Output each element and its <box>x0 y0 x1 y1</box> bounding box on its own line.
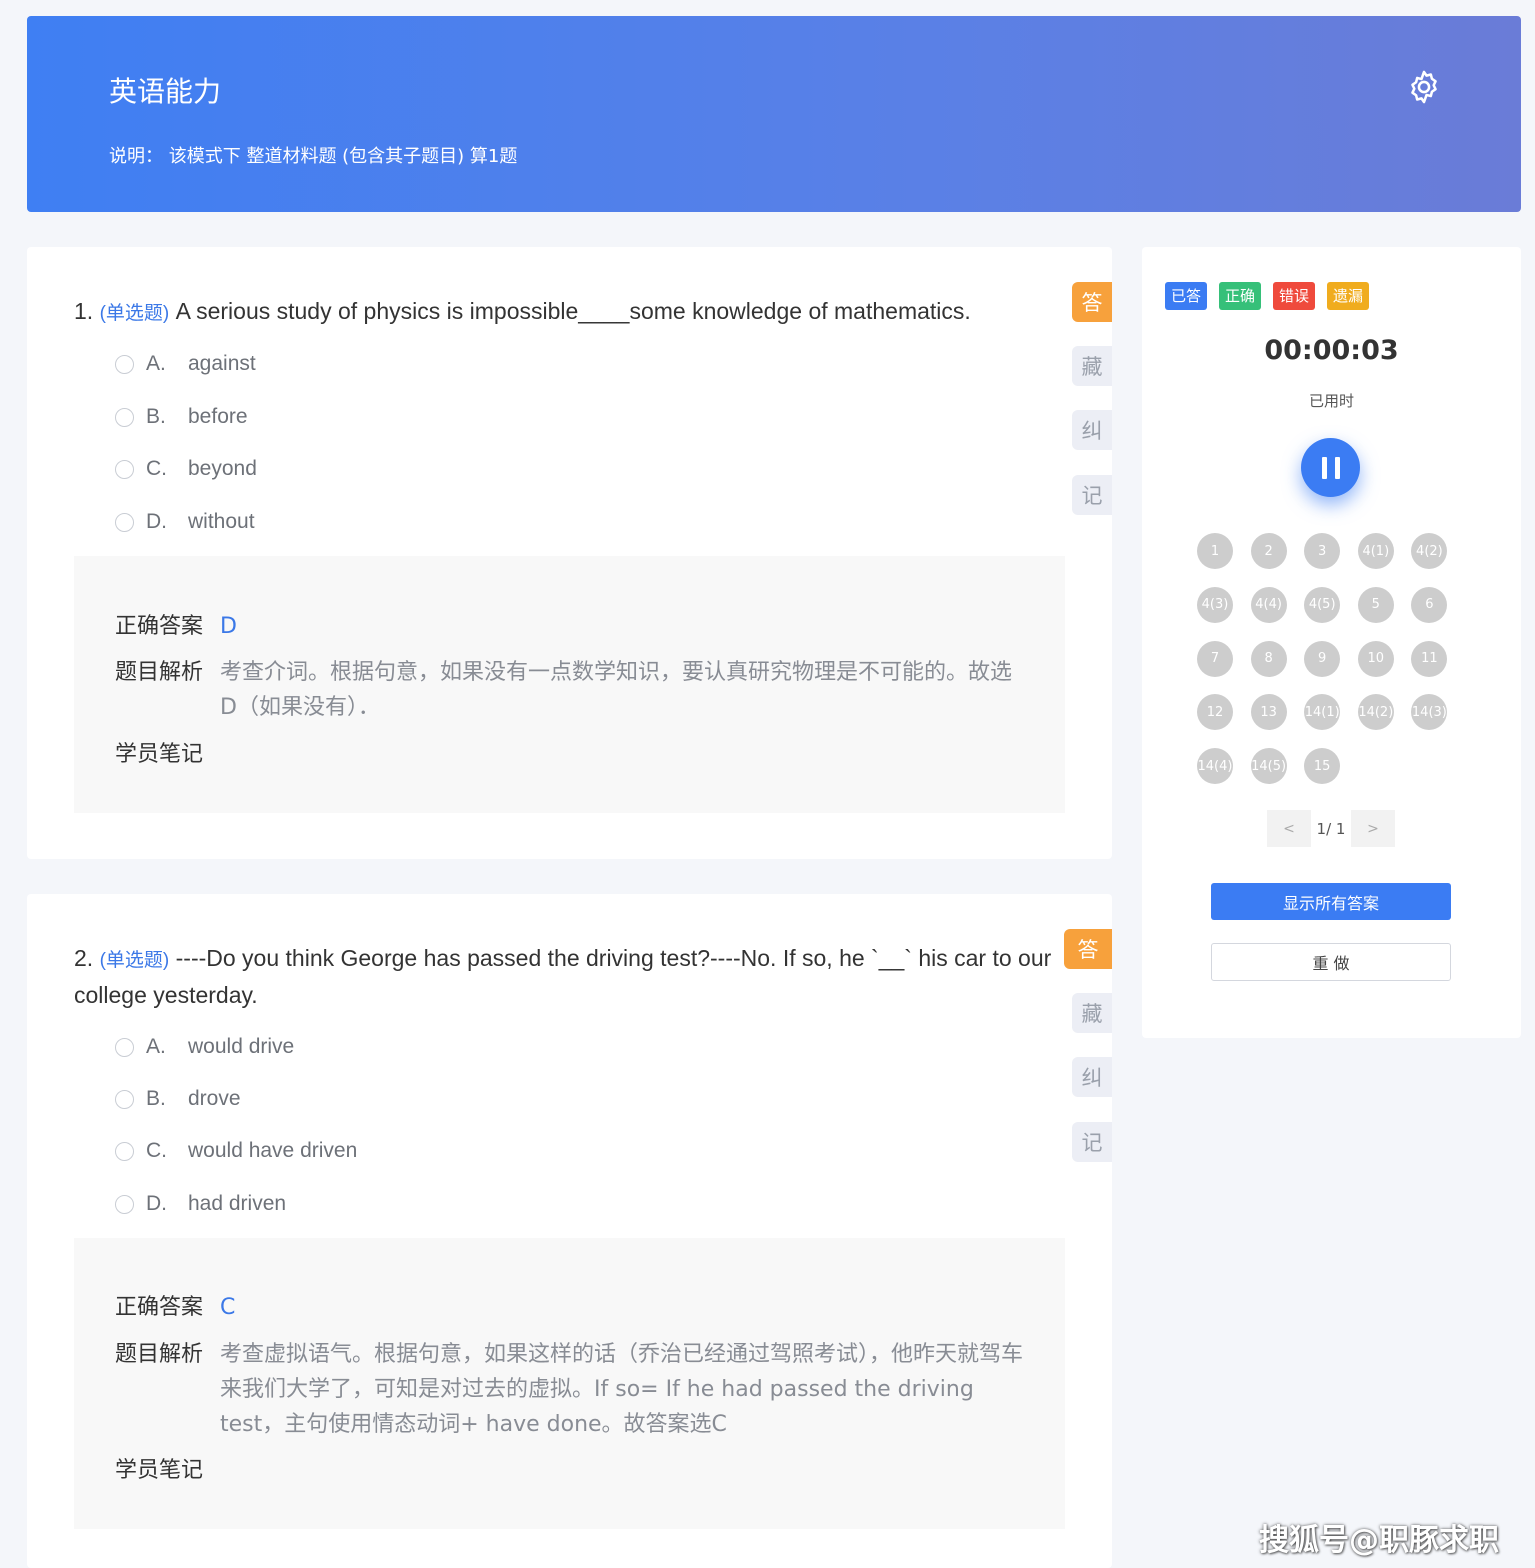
note-button[interactable]: 记 <box>1072 1122 1112 1162</box>
answer-toggle-button[interactable]: 答 <box>1072 282 1112 322</box>
question-number-button[interactable]: 9 <box>1304 640 1341 677</box>
question-number-button[interactable]: 4(1) <box>1357 533 1394 569</box>
question-number-button[interactable]: 14(2) <box>1357 694 1394 731</box>
radio-button[interactable] <box>115 512 134 532</box>
question-number-button[interactable]: 13 <box>1250 694 1287 731</box>
answer-label: 正确答案 <box>115 1295 204 1320</box>
radio-button[interactable] <box>115 354 134 374</box>
answer-toggle-button[interactable]: 答 <box>1064 929 1112 969</box>
question-number-button[interactable]: 6 <box>1411 586 1448 623</box>
question-number-button[interactable]: 3 <box>1304 533 1341 569</box>
note-button[interactable]: 记 <box>1072 475 1112 515</box>
question-stem: A serious study of physics is impossible… <box>175 298 971 324</box>
question-number-button[interactable]: 4(5) <box>1304 586 1341 623</box>
option-d[interactable]: D. without <box>115 507 255 537</box>
question-number-button[interactable]: 14(5) <box>1250 748 1287 785</box>
legend-wrong: 错误 <box>1273 282 1316 310</box>
elapsed-timer: 00:00:03 <box>1264 335 1399 366</box>
question-number-button[interactable]: 11 <box>1411 640 1448 677</box>
pagination: < 1/ 1 > <box>1267 810 1395 847</box>
analysis-text: 考查介词。根据句意，如果没有一点数学知识，要认真研究物理是不可能的。故选D（如果… <box>220 660 1013 720</box>
analysis-label: 题目解析 <box>115 1342 204 1367</box>
question-number-button[interactable]: 7 <box>1197 640 1233 677</box>
question-number-button[interactable]: 14(3) <box>1411 694 1448 731</box>
report-error-button[interactable]: 纠 <box>1072 410 1112 450</box>
mode-description: 说明： 该模式下 整道材料题 (包含其子题目) 算1题 <box>109 146 518 167</box>
legend-correct: 正确 <box>1219 282 1262 310</box>
option-d[interactable]: D. had driven <box>115 1189 286 1219</box>
pause-icon <box>1321 456 1327 479</box>
show-all-answers-button[interactable]: 显示所有答案 <box>1211 883 1451 920</box>
question-number-button[interactable]: 14(4) <box>1197 748 1233 785</box>
analysis-text: 考查虚拟语气。根据句意，如果这样的话（乔治已经通过驾照考试），他昨天就驾车来我们… <box>220 1342 1024 1437</box>
option-a[interactable]: A. would drive <box>115 1032 294 1062</box>
answer-panel: 正确答案 D 题目解析 考查介词。根据句意，如果没有一点数学知识，要认真研究物理… <box>74 556 1065 813</box>
favorite-button[interactable]: 藏 <box>1072 346 1112 386</box>
radio-button[interactable] <box>115 459 134 479</box>
radio-button[interactable] <box>115 1089 134 1109</box>
question-number-button[interactable]: 10 <box>1357 640 1394 677</box>
question-type: (单选题) <box>99 303 170 324</box>
favorite-button[interactable]: 藏 <box>1072 993 1112 1033</box>
status-legend: 已答 正确 错误 遗漏 <box>1165 282 1370 310</box>
correct-answer: C <box>220 1295 236 1320</box>
answer-panel: 正确答案 C 题目解析 考查虚拟语气。根据句意，如果这样的话（乔治已经通过驾照考… <box>74 1238 1065 1529</box>
page-header: 英语能力 说明： 该模式下 整道材料题 (包含其子题目) 算1题 <box>27 16 1521 212</box>
page-indicator: 1/ 1 <box>1316 819 1346 838</box>
question-number-button[interactable]: 4(3) <box>1197 586 1233 623</box>
timer-label: 已用时 <box>1308 392 1354 410</box>
option-b[interactable]: B. drove <box>115 1084 241 1114</box>
radio-button[interactable] <box>115 1141 134 1161</box>
question-number-button[interactable]: 2 <box>1250 533 1287 569</box>
radio-button[interactable] <box>115 1194 134 1214</box>
notes-label: 学员笔记 <box>115 742 204 767</box>
watermark: 搜狐号@职豚求职 <box>1259 1523 1499 1558</box>
page-title: 英语能力 <box>109 75 222 108</box>
correct-answer: D <box>220 614 237 639</box>
question-number-button[interactable]: 12 <box>1197 694 1233 731</box>
option-a[interactable]: A. against <box>115 349 256 379</box>
question-number-button[interactable]: 14(1) <box>1304 694 1341 731</box>
question-card-2: 2. (单选题) ----Do you think George has pas… <box>27 894 1112 1568</box>
legend-answered: 已答 <box>1165 282 1208 310</box>
question-number: 2. <box>74 945 94 971</box>
pause-button[interactable] <box>1301 438 1360 497</box>
question-title: 2. (单选题) ----Do you think George has pas… <box>74 941 1062 1013</box>
radio-button[interactable] <box>115 1037 134 1057</box>
radio-button[interactable] <box>115 407 134 427</box>
prev-page-button[interactable]: < <box>1267 810 1311 847</box>
notes-label: 学员笔记 <box>115 1458 204 1483</box>
option-c[interactable]: C. beyond <box>115 454 257 484</box>
next-page-button[interactable]: > <box>1351 810 1395 847</box>
question-card-1: 1. (单选题) A serious study of physics is i… <box>27 247 1112 859</box>
question-stem: ----Do you think George has passed the d… <box>74 945 1052 1008</box>
question-title: 1. (单选题) A serious study of physics is i… <box>74 294 1062 331</box>
option-b[interactable]: B. before <box>115 402 248 432</box>
question-number: 1. <box>74 298 94 324</box>
question-number-button[interactable]: 1 <box>1197 533 1233 569</box>
question-number-button[interactable]: 15 <box>1304 748 1341 785</box>
legend-missed: 遗漏 <box>1327 282 1370 310</box>
answer-label: 正确答案 <box>115 614 204 639</box>
option-c[interactable]: C. would have driven <box>115 1136 357 1166</box>
question-number-button[interactable]: 4(2) <box>1411 533 1448 569</box>
question-number-button[interactable]: 4(4) <box>1250 586 1287 623</box>
redo-button[interactable]: 重 做 <box>1211 943 1451 981</box>
analysis-label: 题目解析 <box>115 660 204 685</box>
gear-icon[interactable] <box>1405 68 1443 106</box>
report-error-button[interactable]: 纠 <box>1072 1057 1112 1097</box>
question-number-button[interactable]: 5 <box>1357 586 1394 623</box>
question-type: (单选题) <box>99 950 170 971</box>
answer-sheet-panel: 已答 正确 错误 遗漏 00:00:03 已用时 1 2 3 4(1) 4(2) 4(3)… <box>1142 247 1521 1038</box>
question-number-button[interactable]: 8 <box>1250 640 1287 677</box>
